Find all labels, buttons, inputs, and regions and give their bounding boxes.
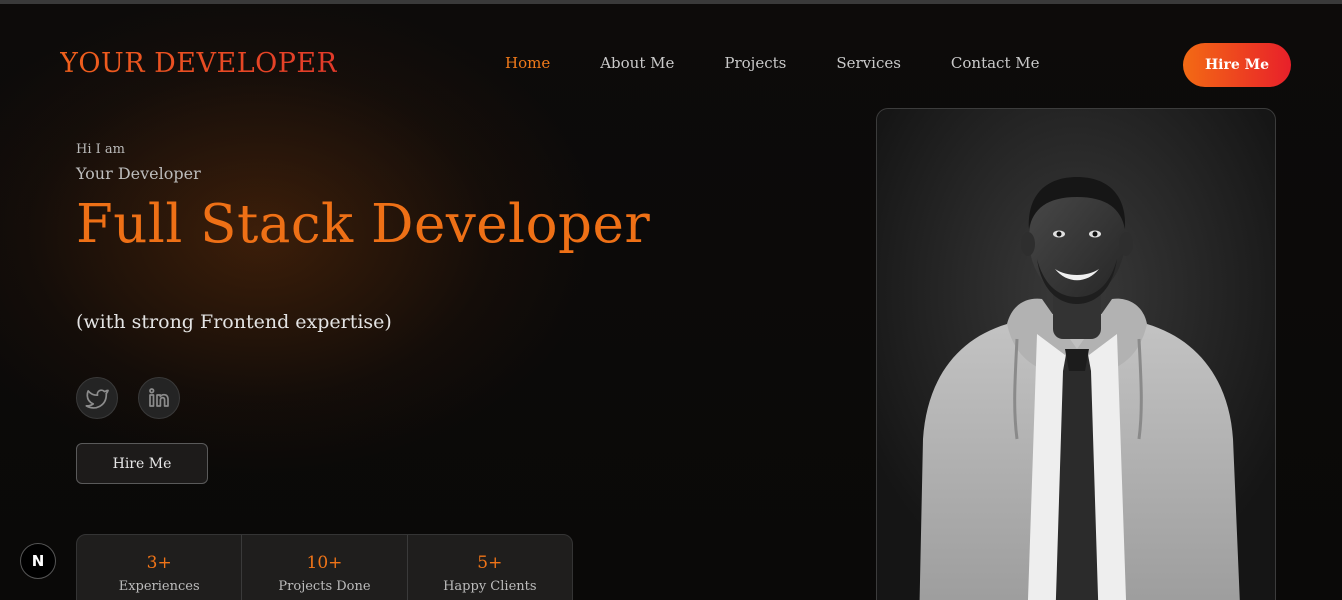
hire-me-hero-button[interactable]: Hire Me: [76, 443, 208, 484]
stats-panel: 3+ Experiences 10+ Projects Done 5+ Happ…: [76, 534, 573, 600]
page: YOUR DEVELOPER Home About Me Projects Se…: [0, 4, 1342, 600]
twitter-icon: [85, 389, 109, 409]
nav-link-about[interactable]: About Me: [600, 54, 674, 72]
stat-label: Projects Done: [278, 579, 371, 594]
main-nav: Home About Me Projects Services Contact …: [505, 54, 1090, 72]
stat-experiences: 3+ Experiences: [77, 535, 243, 600]
linkedin-icon: [149, 388, 169, 407]
stat-value: 5+: [477, 553, 503, 573]
profile-photo-card: [876, 108, 1276, 600]
nextjs-dev-badge[interactable]: N: [20, 543, 56, 579]
twitter-link[interactable]: [76, 377, 118, 419]
stat-projects: 10+ Projects Done: [242, 535, 408, 600]
nav-link-services[interactable]: Services: [836, 54, 901, 72]
stat-label: Experiences: [118, 579, 200, 594]
profile-photo: [877, 109, 1275, 600]
hero-greeting: Hi I am: [76, 142, 125, 157]
nav-link-projects[interactable]: Projects: [724, 54, 786, 72]
linkedin-link[interactable]: [138, 377, 180, 419]
hero-tagline: (with strong Frontend expertise): [76, 311, 392, 333]
nav-link-home[interactable]: Home: [505, 54, 550, 72]
hero-role-title: Full Stack Developer: [76, 194, 651, 255]
site-logo[interactable]: YOUR DEVELOPER: [60, 48, 337, 79]
stat-value: 3+: [146, 553, 172, 573]
hero-name: Your Developer: [76, 164, 201, 183]
stat-value: 10+: [306, 553, 343, 573]
nav-link-contact[interactable]: Contact Me: [951, 54, 1040, 72]
stat-clients: 5+ Happy Clients: [408, 535, 572, 600]
stat-label: Happy Clients: [443, 579, 537, 594]
hire-me-nav-button[interactable]: Hire Me: [1183, 43, 1291, 87]
